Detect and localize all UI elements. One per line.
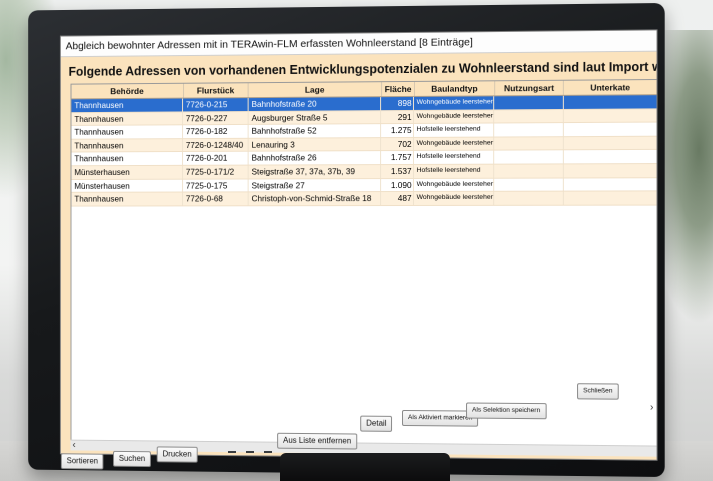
cell-baulandtyp: Hofstelle leerstehend [413,164,495,178]
cell-unterkategorie [563,136,658,150]
cell-flurstueck: 7726-0-201 [182,152,249,165]
cell-baulandtyp: Wohngebäude leerstehend [413,110,495,124]
table-body: Thannhausen 7726-0-215 Bahnhofstraße 20 … [71,95,658,207]
table-row[interactable]: Thannhausen 7726-0-68 Christoph-von-Schm… [71,191,658,207]
cell-lage: Bahnhofstraße 52 [248,124,382,138]
monitor-bezel: Abgleich bewohnter Adressen mit in TERAw… [28,2,665,478]
cell-behoerde: Thannhausen [71,192,183,206]
cell-lage: Lenauring 3 [248,137,382,152]
column-header-lage[interactable]: Lage [248,82,383,98]
cell-flurstueck: 7726-0-68 [182,192,249,206]
cell-nutzungsart [494,191,564,205]
cell-flaeche: 291 [381,110,414,124]
column-header-nutzungsart[interactable]: Nutzungsart [495,80,564,96]
cell-nutzungsart [494,164,564,178]
table-row[interactable]: Münsterhausen 7725-0-175 Steigstraße 27 … [71,177,658,193]
cell-lage: Christoph-von-Schmid-Straße 18 [248,192,382,206]
cell-behoerde: Thannhausen [71,112,183,126]
column-header-baulandtyp[interactable]: Baulandtyp [414,81,496,96]
search-button[interactable]: Suchen [113,450,152,468]
cell-unterkategorie [563,108,658,123]
cell-unterkategorie [563,191,658,205]
save-selection-button[interactable]: Als Selektion speichern [466,402,547,420]
cell-baulandtyp: Wohngebäude leerstehend [413,137,495,151]
cell-flaeche: 702 [381,137,414,151]
column-header-flurstueck[interactable]: Flurstück [183,83,249,98]
cell-behoerde: Thannhausen [71,138,183,152]
cell-behoerde: Thannhausen [71,98,183,112]
cell-flurstueck: 7725-0-175 [182,179,249,192]
cell-nutzungsart [494,178,564,191]
monitor-control-leds [228,451,272,453]
cell-flurstueck: 7726-0-227 [182,111,249,125]
cell-nutzungsart [494,136,564,150]
address-table[interactable]: Behörde Flurstück Lage Fläche Baulandtyp… [70,78,658,447]
cell-flurstueck: 7726-0-215 [182,98,249,112]
cell-baulandtyp: Hofstelle leerstehend [413,150,495,164]
cell-lage: Bahnhofstraße 26 [248,151,382,165]
cell-nutzungsart [494,150,564,164]
cell-flaeche: 1.757 [381,151,414,165]
column-header-unterkategorie[interactable]: Unterkate [563,80,658,95]
cell-unterkategorie [563,95,658,109]
window-title: Abgleich bewohnter Adressen mit in TERAw… [65,36,473,53]
close-button[interactable]: Schließen [577,383,619,400]
cell-baulandtyp: Wohngebäude leerstehend [413,178,495,192]
scroll-right-icon[interactable]: › [650,402,653,413]
cell-flaeche: 1.275 [381,124,414,137]
cell-lage: Augsburger Straße 5 [248,110,382,125]
cell-nutzungsart [494,109,564,123]
cell-unterkategorie [563,164,658,178]
detail-button[interactable]: Detail [360,415,393,432]
cell-baulandtyp: Wohngebäude leerstehend [413,191,495,205]
monitor-stand [280,453,450,481]
cell-flaeche: 1.090 [381,178,414,192]
scroll-left-icon[interactable]: ‹ [72,440,75,451]
column-header-behoerde[interactable]: Behörde [71,83,184,99]
cell-unterkategorie [563,150,658,164]
cell-behoerde: Thannhausen [71,125,183,139]
cell-flaeche: 1.537 [381,164,414,178]
cell-flurstueck: 7726-0-1248/40 [182,138,249,152]
cell-behoerde: Münsterhausen [71,165,183,179]
cell-lage: Steigstraße 27 [248,178,382,192]
cell-lage: Steigstraße 37, 37a, 37b, 39 [248,165,382,179]
cell-unterkategorie [563,122,658,136]
sort-button[interactable]: Sortieren [60,453,104,470]
cell-flaeche: 487 [381,192,414,205]
cell-unterkategorie [563,177,658,191]
cell-flaeche: 898 [381,96,414,110]
page-heading: Folgende Adressen von vorhandenen Entwic… [68,59,658,79]
cell-lage: Bahnhofstraße 20 [248,97,382,111]
cell-nutzungsart [494,123,564,137]
cell-baulandtyp: Hofstelle leerstehend [413,123,495,137]
cell-baulandtyp: Wohngebäude leerstehend [413,96,495,110]
app-window: Abgleich bewohnter Adressen mit in TERAw… [59,29,658,461]
column-header-flaeche[interactable]: Fläche [382,81,415,97]
print-button[interactable]: Drucken [156,446,198,463]
cell-flurstueck: 7726-0-182 [182,125,249,138]
remove-from-list-button[interactable]: Aus Liste entfernen [277,432,358,450]
cell-behoerde: Münsterhausen [71,179,183,192]
cell-behoerde: Thannhausen [71,152,183,166]
cell-flurstueck: 7725-0-171/2 [182,165,249,179]
cell-nutzungsart [494,95,564,110]
